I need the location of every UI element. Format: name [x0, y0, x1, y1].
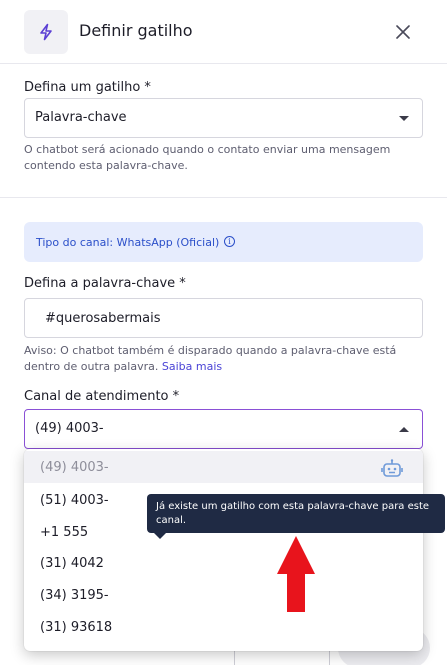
- trigger-select[interactable]: Palavra-chave: [24, 98, 423, 138]
- trigger-select-value: Palavra-chave: [35, 110, 127, 125]
- saiba-mais-link[interactable]: Saiba mais: [162, 360, 222, 373]
- keyword-input-value: #querosabermais: [45, 311, 161, 326]
- keyword-input[interactable]: #querosabermais: [24, 298, 423, 338]
- trigger-helper-text: O chatbot será acionado quando o contato…: [24, 143, 391, 172]
- lightning-icon: [24, 10, 68, 54]
- trigger-label: Defina um gatilho *: [24, 80, 151, 95]
- section-divider: [0, 197, 447, 198]
- bot-icon: [381, 459, 403, 479]
- caret-up-icon: [399, 427, 409, 432]
- service-channel-label: Canal de atendimento *: [24, 389, 180, 404]
- channel-dropdown-menu: (49) 4003- (51) 4003- +1 555 (31) 4042 (…: [24, 449, 423, 651]
- channel-type-banner: Tipo do canal: WhatsApp (Oficial) i: [24, 222, 423, 262]
- keyword-label: Defina a palavra-chave *: [24, 276, 186, 291]
- page-title: Definir gatilho: [79, 21, 193, 40]
- duplicate-trigger-tooltip: Já existe um gatilho com esta palavra-ch…: [147, 494, 445, 539]
- tooltip-text: Já existe um gatilho com esta palavra-ch…: [156, 501, 430, 526]
- keyword-helper: Aviso: O chatbot também é disparado quan…: [24, 343, 424, 375]
- annotation-arrow-icon: [277, 536, 315, 612]
- modal-header: Definir gatilho: [0, 0, 447, 64]
- dropdown-option[interactable]: (49) 4003-: [24, 451, 423, 483]
- close-icon[interactable]: [392, 21, 414, 43]
- tooltip-arrow: [154, 533, 166, 539]
- redaction-mask: [113, 418, 159, 440]
- dropdown-option[interactable]: (31) 4042: [24, 547, 423, 579]
- caret-down-icon: [399, 116, 409, 121]
- channel-type-text: Tipo do canal: WhatsApp (Oficial): [36, 236, 220, 249]
- service-channel-select[interactable]: (49) 4003-: [24, 409, 423, 449]
- dropdown-option[interactable]: (34) 3195-: [24, 579, 423, 611]
- info-icon[interactable]: i: [224, 236, 235, 247]
- service-channel-value: (49) 4003-: [35, 421, 104, 436]
- dropdown-option[interactable]: (31) 9361​8: [24, 611, 423, 643]
